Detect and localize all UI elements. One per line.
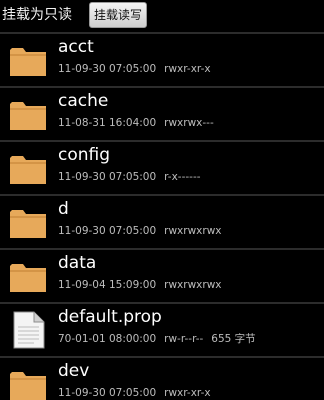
file-date: 11-09-04 15:09:00 [58, 279, 157, 291]
file-date: 11-09-30 07:05:00 [58, 63, 157, 75]
list-item-data[interactable]: data 11-09-04 15:09:00 rwxrwxrwx [0, 250, 324, 304]
file-meta: 11-08-31 16:04:00 rwxrwx--- [58, 116, 214, 130]
file-permissions: rwxrwx--- [164, 117, 214, 129]
mount-readonly-button[interactable]: 挂载为只读 [2, 6, 72, 24]
file-icon [13, 311, 45, 349]
file-date: 11-09-30 07:05:00 [58, 225, 157, 237]
file-date: 70-01-01 08:00:00 [58, 333, 157, 345]
file-permissions: rw-r--r-- [164, 333, 204, 345]
file-meta: 11-09-04 15:09:00 rwxrwxrwx [58, 278, 222, 292]
list-item-acct[interactable]: acct 11-09-30 07:05:00 rwxr-xr-x [0, 32, 324, 88]
folder-icon [10, 372, 46, 400]
folder-icon [10, 48, 46, 76]
file-name: cache [58, 91, 109, 111]
file-date: 11-08-31 16:04:00 [58, 117, 157, 129]
file-name: config [58, 145, 111, 165]
file-meta: 70-01-01 08:00:00 rw-r--r-- 655 字节 [58, 332, 256, 346]
mount-toolbar: 挂载为只读 挂载读写 [0, 0, 324, 32]
file-date: 11-09-30 07:05:00 [58, 171, 157, 183]
file-meta: 11-09-30 07:05:00 r-x------ [58, 170, 201, 184]
file-meta: 11-09-30 07:05:00 rwxr-xr-x [58, 386, 211, 400]
file-size: 655 字节 [211, 333, 256, 345]
file-name: d [58, 199, 69, 219]
list-item-d[interactable]: d 11-09-30 07:05:00 rwxrwxrwx [0, 196, 324, 250]
file-name: acct [58, 37, 94, 57]
list-item-cache[interactable]: cache 11-08-31 16:04:00 rwxrwx--- [0, 88, 324, 142]
list-item-default-prop[interactable]: default.prop 70-01-01 08:00:00 rw-r--r-- 6… [0, 304, 324, 358]
file-permissions: rwxr-xr-x [164, 387, 211, 399]
file-name: default.prop [58, 307, 162, 327]
file-meta: 11-09-30 07:05:00 rwxrwxrwx [58, 224, 222, 238]
folder-icon [10, 102, 46, 130]
folder-icon [10, 264, 46, 292]
list-item-config[interactable]: config 11-09-30 07:05:00 r-x------ [0, 142, 324, 196]
file-meta: 11-09-30 07:05:00 rwxr-xr-x [58, 62, 211, 76]
list-item-dev[interactable]: dev 11-09-30 07:05:00 rwxr-xr-x [0, 358, 324, 400]
file-name: data [58, 253, 97, 273]
mount-readwrite-button[interactable]: 挂载读写 [89, 2, 147, 28]
file-permissions: rwxr-xr-x [164, 63, 211, 75]
file-permissions: r-x------ [164, 171, 201, 183]
file-permissions: rwxrwxrwx [164, 225, 222, 237]
folder-icon [10, 210, 46, 238]
file-list: acct 11-09-30 07:05:00 rwxr-xr-x cache 11… [0, 32, 324, 400]
file-name: dev [58, 361, 90, 381]
file-permissions: rwxrwxrwx [164, 279, 222, 291]
file-date: 11-09-30 07:05:00 [58, 387, 157, 399]
folder-icon [10, 156, 46, 184]
